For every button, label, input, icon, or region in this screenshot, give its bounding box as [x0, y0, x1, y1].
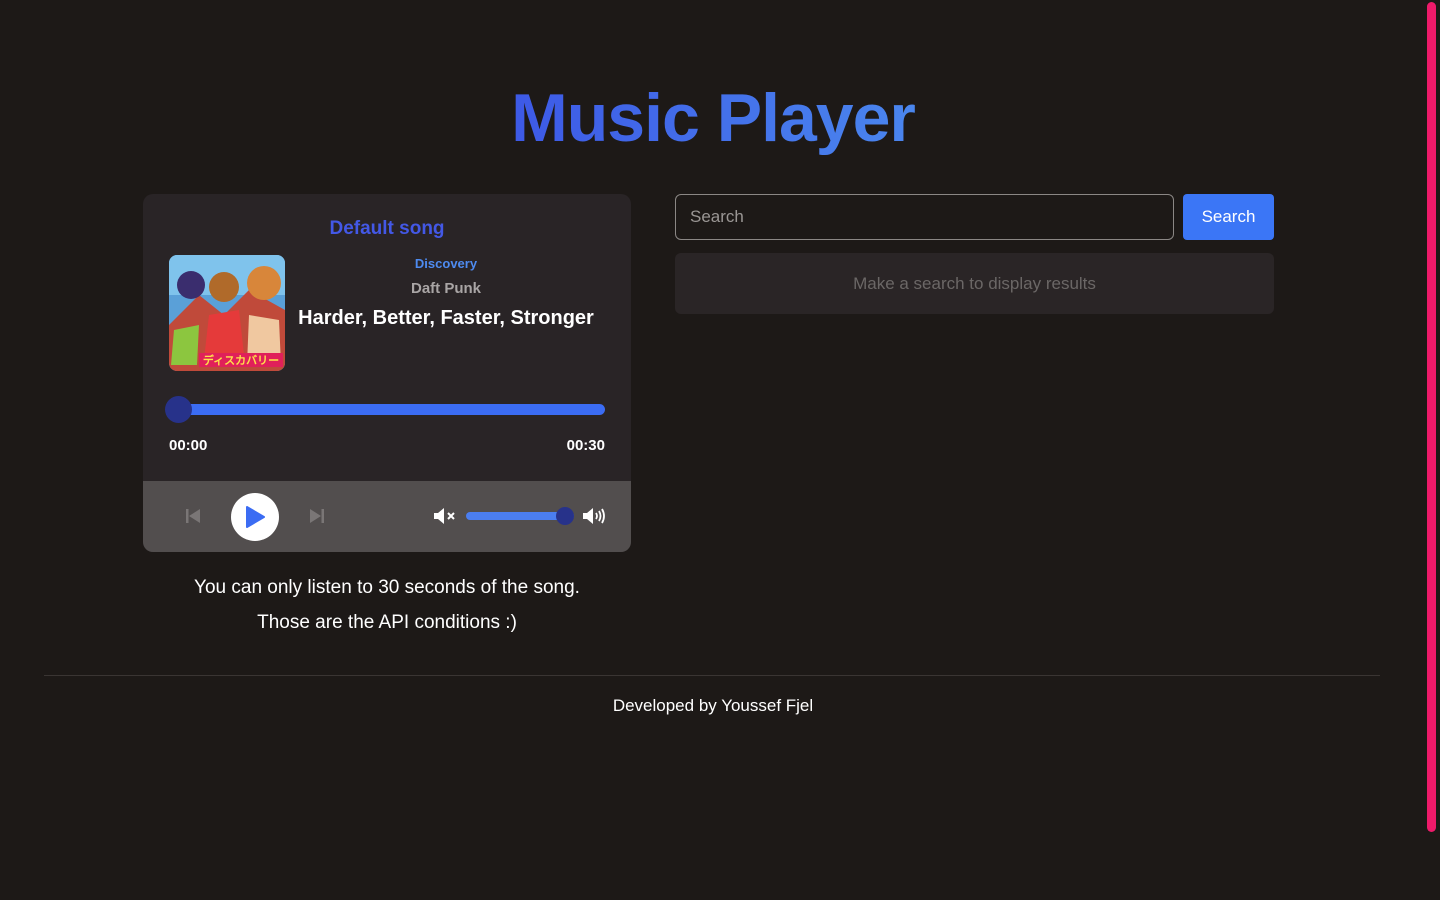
- player-controls: [143, 481, 631, 552]
- album-name: Discovery: [414, 256, 478, 271]
- search-results: Make a search to display results: [675, 253, 1274, 314]
- empty-results-message: Make a search to display results: [853, 273, 1096, 293]
- volume-mute-icon: [434, 508, 455, 524]
- current-time: 00:00: [169, 437, 208, 454]
- skip-previous-icon: [186, 509, 200, 523]
- play-icon: [246, 506, 265, 528]
- note-line-1: You can only listen to 30 seconds of the…: [194, 577, 580, 598]
- player-label: Default song: [329, 218, 445, 239]
- total-time: 00:30: [566, 437, 605, 454]
- music-player-card: Default song ディスカバリー Discovery Daft Punk…: [143, 194, 631, 552]
- volume-up-icon: [583, 508, 605, 524]
- search-button[interactable]: Search: [1183, 194, 1274, 240]
- search-input[interactable]: [675, 194, 1174, 240]
- progress-slider[interactable]: [165, 396, 605, 423]
- note-line-2: Those are the API conditions :): [257, 612, 517, 633]
- artist-name: Daft Punk: [410, 280, 481, 297]
- skip-next-icon: [310, 509, 324, 523]
- volume-slider[interactable]: [466, 507, 574, 525]
- next-button[interactable]: [305, 504, 329, 528]
- mute-button[interactable]: [433, 505, 457, 527]
- svg-text:ディスカバリー: ディスカバリー: [203, 353, 279, 367]
- album-art: ディスカバリー: [169, 255, 285, 371]
- progress-thumb[interactable]: [165, 396, 192, 423]
- volume-thumb[interactable]: [556, 507, 574, 525]
- previous-button[interactable]: [181, 504, 205, 528]
- page-title: Music Player: [0, 78, 1426, 158]
- footer-credit: Developed by Youssef Fjel: [612, 696, 814, 715]
- song-title: Harder, Better, Faster, Stronger: [298, 307, 594, 329]
- scrollbar[interactable]: [1427, 2, 1436, 832]
- play-button[interactable]: [231, 493, 279, 541]
- page-title-text: Music Player: [511, 80, 916, 156]
- footer-divider: [44, 675, 1380, 676]
- max-volume-button[interactable]: [581, 505, 607, 527]
